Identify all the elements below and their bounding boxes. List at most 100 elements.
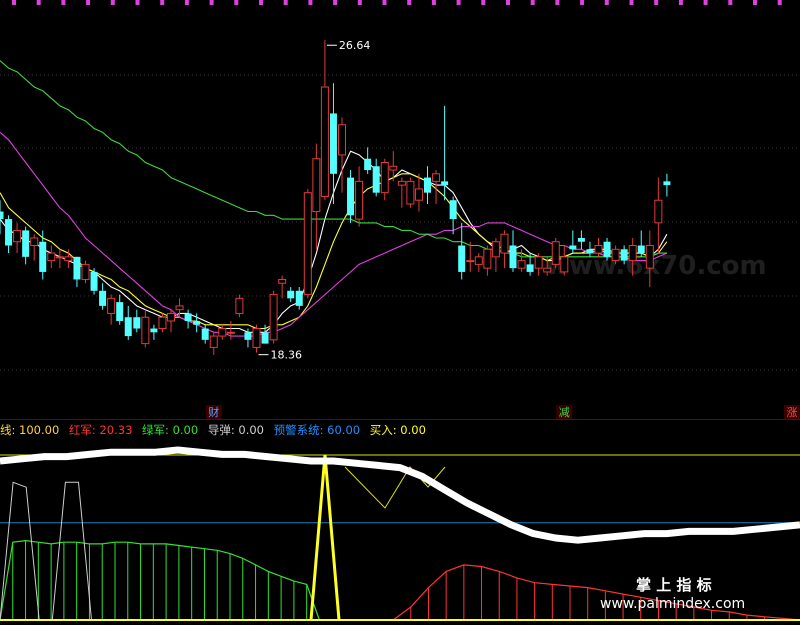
- legend-missile: 导弹: 0.00: [207, 423, 264, 437]
- top-markers: [12, 0, 782, 5]
- top-marker: [753, 0, 757, 5]
- candle-body: [389, 165, 398, 171]
- candle-body: [586, 249, 594, 254]
- top-marker: [184, 0, 189, 5]
- top-marker: [333, 0, 338, 5]
- top-marker: [678, 0, 683, 5]
- top-marker: [234, 0, 239, 5]
- legend-green-army: 绿军: 0.00: [142, 423, 199, 437]
- candle-body: [55, 256, 64, 259]
- candle-body: [252, 328, 261, 348]
- candle-body: [73, 256, 81, 280]
- candle-body: [364, 158, 372, 171]
- candle-body: [517, 260, 526, 269]
- candle-body: [278, 278, 287, 284]
- event-marker-label: 涨: [787, 406, 798, 419]
- candlesticks: [0, 40, 671, 355]
- candle-body: [99, 290, 107, 306]
- candle-body: [209, 335, 218, 348]
- candle-body: [551, 241, 560, 265]
- candle-body: [295, 290, 303, 306]
- candle-body: [509, 245, 517, 269]
- candle-body: [474, 256, 483, 265]
- candle-body: [5, 219, 13, 246]
- candle-body: [303, 192, 312, 296]
- candle-body: [347, 177, 355, 216]
- white-trend-line: [0, 446, 800, 544]
- candle-body: [158, 316, 167, 330]
- top-marker: [160, 0, 165, 5]
- top-marker: [728, 0, 733, 5]
- candle-body: [491, 241, 500, 258]
- top-marker: [654, 0, 659, 5]
- event-markers: 财减涨: [205, 405, 800, 419]
- candle-body: [312, 158, 321, 213]
- top-marker: [407, 0, 412, 5]
- candle-body: [0, 211, 4, 220]
- candle-body: [526, 264, 534, 272]
- candle-body: [81, 263, 90, 280]
- candle-body: [175, 305, 184, 311]
- line-dip: [344, 466, 446, 509]
- candle-body: [645, 245, 654, 269]
- candle-body: [184, 313, 192, 321]
- candle-body: [620, 249, 628, 261]
- candle-body: [167, 312, 175, 322]
- candle-body: [543, 267, 552, 273]
- top-marker: [629, 0, 634, 5]
- top-marker: [308, 0, 313, 5]
- candle-body: [449, 200, 457, 220]
- chart-canvas: www.6x70.com 26.64 18.36 财 减 涨 掌 上 指 标 www.…: [0, 0, 800, 621]
- candle-body: [560, 256, 569, 273]
- top-marker: [555, 0, 560, 5]
- top-marker: [12, 0, 16, 5]
- candle-body: [226, 331, 235, 334]
- candle-body: [116, 302, 124, 321]
- top-marker: [456, 0, 461, 5]
- top-marker: [283, 0, 288, 5]
- top-marker: [259, 0, 263, 5]
- top-marker: [506, 0, 510, 5]
- candle-body: [124, 317, 132, 337]
- top-marker: [135, 0, 140, 5]
- candle-body: [30, 237, 39, 247]
- legend-buy: 买入: 0.00: [369, 423, 426, 437]
- top-marker: [209, 0, 214, 5]
- faint-watermark: www.6x70.com: [545, 251, 767, 281]
- candle-body: [244, 332, 252, 340]
- top-marker: [580, 0, 585, 5]
- candle-body: [534, 256, 543, 269]
- candle-body: [414, 188, 423, 201]
- candle-body: [141, 316, 150, 345]
- top-marker: [481, 0, 486, 5]
- top-marker: [61, 0, 66, 5]
- candle-body: [441, 181, 449, 186]
- candle-body: [424, 177, 431, 193]
- candle-body: [107, 297, 116, 314]
- top-marker: [357, 0, 362, 5]
- top-marker: [110, 0, 115, 5]
- brand-cn-watermark: 掌 上 指 标: [636, 576, 712, 594]
- candle-body: [406, 180, 415, 205]
- candle-body: [287, 290, 295, 299]
- candle-body: [261, 332, 269, 344]
- top-marker: [36, 0, 41, 5]
- indicator-legend: 线: 100.00 红军: 20.33 绿军: 0.00 导弹: 0.00 预警…: [0, 421, 432, 439]
- candle-body: [466, 260, 475, 263]
- candle-body: [193, 320, 201, 325]
- candle-body: [483, 248, 492, 269]
- candle-body: [47, 252, 56, 262]
- candle-body: [201, 328, 209, 340]
- candle-body: [64, 256, 73, 262]
- candle-body: [611, 248, 620, 262]
- candle-body: [594, 245, 603, 254]
- candle-body: [458, 245, 466, 272]
- top-marker: [777, 0, 782, 5]
- candle-body: [329, 113, 337, 174]
- top-marker: [703, 0, 708, 5]
- event-marker-label: 财: [208, 405, 219, 419]
- candle-body: [380, 161, 389, 194]
- brand-url-watermark: www.palmindex.com: [600, 596, 745, 612]
- candle-body: [133, 317, 141, 329]
- candle-body: [269, 294, 278, 341]
